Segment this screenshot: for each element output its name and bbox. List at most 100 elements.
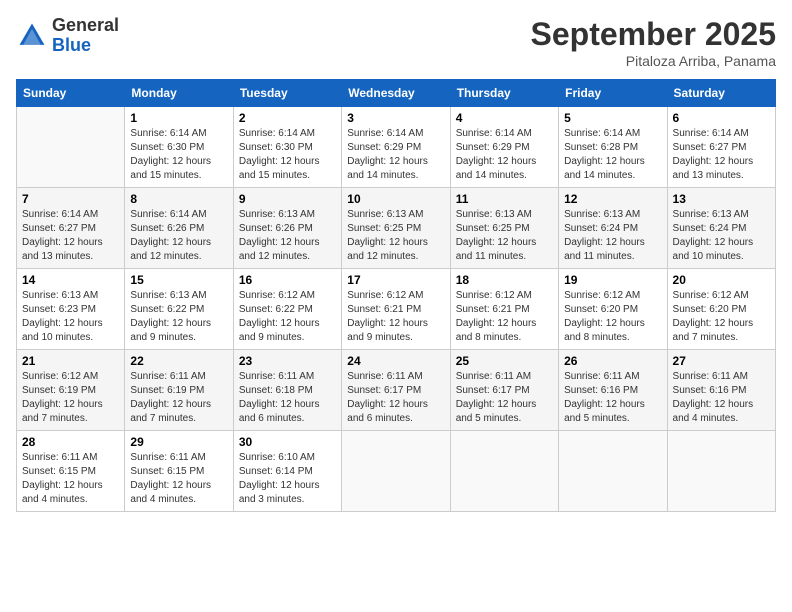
- day-number: 28: [22, 435, 119, 449]
- day-header-wednesday: Wednesday: [342, 80, 450, 107]
- day-number: 15: [130, 273, 227, 287]
- cell-info: Sunrise: 6:11 AMSunset: 6:17 PMDaylight:…: [456, 370, 553, 426]
- calendar-cell: 8 Sunrise: 6:14 AMSunset: 6:26 PMDaylight…: [125, 188, 233, 269]
- calendar-cell: 24 Sunrise: 6:11 AMSunset: 6:17 PMDayligh…: [342, 350, 450, 431]
- calendar-cell: 12 Sunrise: 6:13 AMSunset: 6:24 PMDayligh…: [559, 188, 667, 269]
- page-header: General Blue September 2025 Pitaloza Arr…: [16, 16, 776, 69]
- day-number: 3: [347, 111, 444, 125]
- calendar-cell: [559, 431, 667, 512]
- calendar-cell: 16 Sunrise: 6:12 AMSunset: 6:22 PMDayligh…: [233, 269, 341, 350]
- calendar-cell: [342, 431, 450, 512]
- cell-info: Sunrise: 6:14 AMSunset: 6:28 PMDaylight:…: [564, 127, 661, 183]
- cell-info: Sunrise: 6:11 AMSunset: 6:15 PMDaylight:…: [130, 451, 227, 507]
- calendar-week-row: 21Sunrise: 6:12 AMSunset: 6:19 PMDayligh…: [17, 350, 776, 431]
- cell-info: Sunrise: 6:13 AMSunset: 6:22 PMDaylight:…: [130, 289, 227, 345]
- day-number: 4: [456, 111, 553, 125]
- day-number: 17: [347, 273, 444, 287]
- day-number: 19: [564, 273, 661, 287]
- day-number: 10: [347, 192, 444, 206]
- calendar-cell: 22 Sunrise: 6:11 AMSunset: 6:19 PMDayligh…: [125, 350, 233, 431]
- logo: General Blue: [16, 16, 119, 56]
- cell-info: Sunrise: 6:11 AMSunset: 6:16 PMDaylight:…: [673, 370, 770, 426]
- cell-info: Sunrise: 6:12 AMSunset: 6:22 PMDaylight:…: [239, 289, 336, 345]
- cell-info: Sunrise: 6:14 AMSunset: 6:27 PMDaylight:…: [22, 208, 119, 264]
- day-number: 12: [564, 192, 661, 206]
- calendar-cell: 3 Sunrise: 6:14 AMSunset: 6:29 PMDaylight…: [342, 107, 450, 188]
- day-number: 6: [673, 111, 770, 125]
- calendar-cell: 26 Sunrise: 6:11 AMSunset: 6:16 PMDayligh…: [559, 350, 667, 431]
- calendar-cell: [17, 107, 125, 188]
- cell-info: Sunrise: 6:11 AMSunset: 6:15 PMDaylight:…: [22, 451, 119, 507]
- calendar-cell: 6Sunrise: 6:14 AMSunset: 6:27 PMDaylight…: [667, 107, 775, 188]
- calendar-cell: 2Sunrise: 6:14 AMSunset: 6:30 PMDaylight…: [233, 107, 341, 188]
- cell-info: Sunrise: 6:13 AMSunset: 6:26 PMDaylight:…: [239, 208, 336, 264]
- calendar-cell: 28 Sunrise: 6:11 AMSunset: 6:15 PMDayligh…: [17, 431, 125, 512]
- day-header-monday: Monday: [125, 80, 233, 107]
- cell-info: Sunrise: 6:14 AMSunset: 6:30 PMDaylight:…: [130, 127, 227, 183]
- calendar-cell: 13 Sunrise: 6:13 AMSunset: 6:24 PMDayligh…: [667, 188, 775, 269]
- day-number: 1: [130, 111, 227, 125]
- calendar-cell: 15 Sunrise: 6:13 AMSunset: 6:22 PMDayligh…: [125, 269, 233, 350]
- calendar-cell: 30Sunrise: 6:10 AMSunset: 6:14 PMDayligh…: [233, 431, 341, 512]
- calendar-cell: 19 Sunrise: 6:12 AMSunset: 6:20 PMDayligh…: [559, 269, 667, 350]
- cell-info: Sunrise: 6:13 AMSunset: 6:25 PMDaylight:…: [347, 208, 444, 264]
- calendar-cell: [450, 431, 558, 512]
- day-number: 21: [22, 354, 119, 368]
- day-number: 8: [130, 192, 227, 206]
- day-number: 24: [347, 354, 444, 368]
- month-title: September 2025: [531, 16, 776, 53]
- day-number: 7: [22, 192, 119, 206]
- calendar-cell: 27Sunrise: 6:11 AMSunset: 6:16 PMDayligh…: [667, 350, 775, 431]
- calendar-cell: 18 Sunrise: 6:12 AMSunset: 6:21 PMDayligh…: [450, 269, 558, 350]
- calendar: SundayMondayTuesdayWednesdayThursdayFrid…: [16, 79, 776, 512]
- day-number: 26: [564, 354, 661, 368]
- calendar-cell: 1 Sunrise: 6:14 AMSunset: 6:30 PMDaylight…: [125, 107, 233, 188]
- logo-icon: [16, 20, 48, 52]
- day-number: 30: [239, 435, 336, 449]
- cell-info: Sunrise: 6:12 AMSunset: 6:21 PMDaylight:…: [347, 289, 444, 345]
- day-header-thursday: Thursday: [450, 80, 558, 107]
- day-number: 18: [456, 273, 553, 287]
- cell-info: Sunrise: 6:14 AMSunset: 6:30 PMDaylight:…: [239, 127, 336, 183]
- calendar-cell: 29 Sunrise: 6:11 AMSunset: 6:15 PMDayligh…: [125, 431, 233, 512]
- calendar-cell: 14Sunrise: 6:13 AMSunset: 6:23 PMDayligh…: [17, 269, 125, 350]
- day-number: 29: [130, 435, 227, 449]
- day-number: 9: [239, 192, 336, 206]
- cell-info: Sunrise: 6:13 AMSunset: 6:24 PMDaylight:…: [673, 208, 770, 264]
- day-number: 14: [22, 273, 119, 287]
- day-number: 25: [456, 354, 553, 368]
- calendar-cell: 7 Sunrise: 6:14 AMSunset: 6:27 PMDaylight…: [17, 188, 125, 269]
- calendar-cell: 9 Sunrise: 6:13 AMSunset: 6:26 PMDaylight…: [233, 188, 341, 269]
- calendar-week-row: 7 Sunrise: 6:14 AMSunset: 6:27 PMDaylight…: [17, 188, 776, 269]
- day-number: 13: [673, 192, 770, 206]
- day-header-sunday: Sunday: [17, 80, 125, 107]
- cell-info: Sunrise: 6:12 AMSunset: 6:21 PMDaylight:…: [456, 289, 553, 345]
- cell-info: Sunrise: 6:12 AMSunset: 6:20 PMDaylight:…: [673, 289, 770, 345]
- calendar-cell: 20 Sunrise: 6:12 AMSunset: 6:20 PMDayligh…: [667, 269, 775, 350]
- cell-info: Sunrise: 6:14 AMSunset: 6:29 PMDaylight:…: [456, 127, 553, 183]
- cell-info: Sunrise: 6:11 AMSunset: 6:17 PMDaylight:…: [347, 370, 444, 426]
- calendar-header-row: SundayMondayTuesdayWednesdayThursdayFrid…: [17, 80, 776, 107]
- cell-info: Sunrise: 6:12 AMSunset: 6:20 PMDaylight:…: [564, 289, 661, 345]
- cell-info: Sunrise: 6:11 AMSunset: 6:16 PMDaylight:…: [564, 370, 661, 426]
- cell-info: Sunrise: 6:14 AMSunset: 6:26 PMDaylight:…: [130, 208, 227, 264]
- day-number: 11: [456, 192, 553, 206]
- calendar-cell: 23Sunrise: 6:11 AMSunset: 6:18 PMDayligh…: [233, 350, 341, 431]
- calendar-cell: 11 Sunrise: 6:13 AMSunset: 6:25 PMDayligh…: [450, 188, 558, 269]
- day-header-tuesday: Tuesday: [233, 80, 341, 107]
- logo-general: General: [52, 15, 119, 35]
- day-number: 22: [130, 354, 227, 368]
- calendar-cell: 5 Sunrise: 6:14 AMSunset: 6:28 PMDaylight…: [559, 107, 667, 188]
- cell-info: Sunrise: 6:13 AMSunset: 6:25 PMDaylight:…: [456, 208, 553, 264]
- cell-info: Sunrise: 6:11 AMSunset: 6:18 PMDaylight:…: [239, 370, 336, 426]
- cell-info: Sunrise: 6:11 AMSunset: 6:19 PMDaylight:…: [130, 370, 227, 426]
- cell-info: Sunrise: 6:14 AMSunset: 6:29 PMDaylight:…: [347, 127, 444, 183]
- day-number: 16: [239, 273, 336, 287]
- calendar-cell: 21Sunrise: 6:12 AMSunset: 6:19 PMDayligh…: [17, 350, 125, 431]
- day-number: 20: [673, 273, 770, 287]
- logo-blue: Blue: [52, 35, 91, 55]
- day-number: 5: [564, 111, 661, 125]
- day-header-saturday: Saturday: [667, 80, 775, 107]
- location: Pitaloza Arriba, Panama: [531, 53, 776, 69]
- cell-info: Sunrise: 6:13 AMSunset: 6:24 PMDaylight:…: [564, 208, 661, 264]
